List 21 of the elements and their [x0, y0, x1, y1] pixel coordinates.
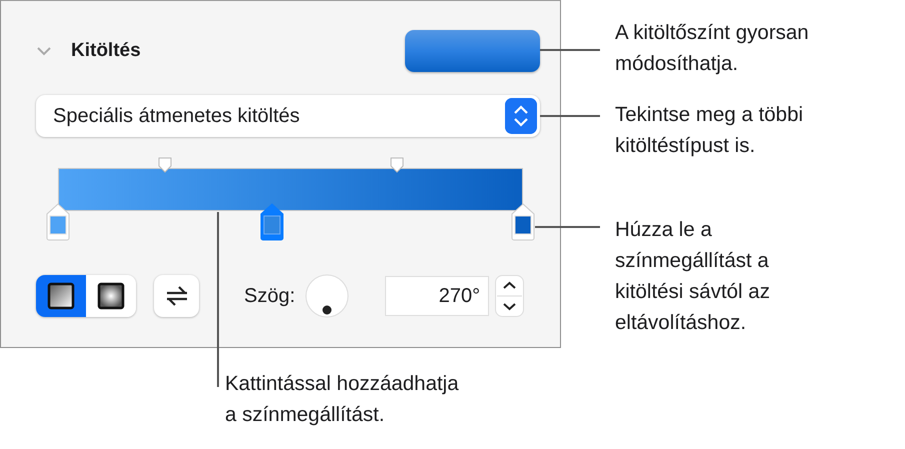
- angle-field[interactable]: 270°: [385, 276, 490, 316]
- fill-type-dropdown[interactable]: Speciális átmenetes kitöltés: [36, 95, 540, 137]
- radial-gradient-button[interactable]: [86, 275, 136, 317]
- angle-label: Szög:: [244, 284, 296, 308]
- color-well[interactable]: [405, 30, 540, 72]
- stepper-control[interactable]: [495, 275, 524, 317]
- stepper-icon: [505, 98, 537, 134]
- callout-text: Kattintással hozzáadhatja a színmegállítást.: [225, 371, 459, 428]
- color-stop[interactable]: [510, 203, 536, 241]
- color-stop[interactable]: [45, 203, 71, 241]
- section-title: Kitöltés: [71, 40, 141, 62]
- radial-gradient-icon: [97, 282, 125, 310]
- swap-arrows-icon: [164, 284, 188, 308]
- callout-text: Tekintse meg a többi kitöltéstípust is.: [615, 102, 804, 159]
- linear-gradient-button[interactable]: [36, 275, 86, 317]
- linear-gradient-icon: [47, 282, 75, 310]
- callout-text: A kitöltőszínt gyorsan módosíthatja.: [615, 20, 809, 77]
- swap-button[interactable]: [154, 275, 199, 317]
- angle-knob[interactable]: [305, 274, 350, 318]
- callout-text: Húzza le a színmegállítást a kitöltési sávtól az eltávolításhoz.: [615, 217, 770, 336]
- gradient-bar[interactable]: [58, 168, 523, 211]
